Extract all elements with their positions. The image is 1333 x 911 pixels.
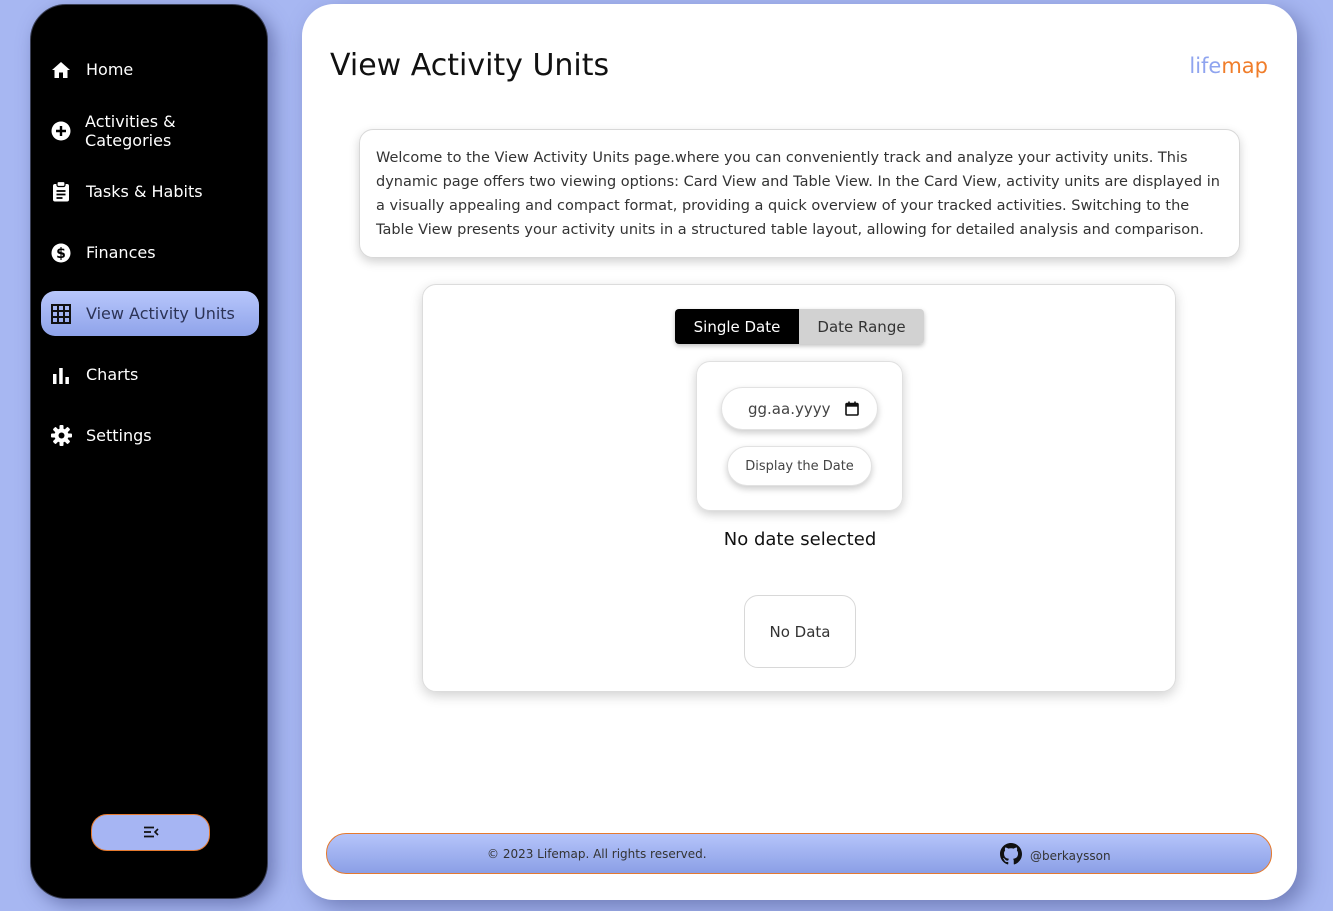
sidebar-item-charts[interactable]: Charts — [41, 352, 259, 397]
home-icon — [50, 59, 72, 81]
clipboard-icon — [50, 181, 72, 203]
page-title: View Activity Units — [330, 48, 610, 83]
empty-state-card: No Data — [744, 595, 856, 668]
date-status-text: No date selected — [723, 529, 877, 550]
grid-icon — [50, 303, 72, 325]
collapse-sidebar-button[interactable] — [91, 814, 210, 851]
sidebar-item-label: Home — [86, 60, 134, 79]
sidebar-item-label: Tasks & Habits — [86, 182, 203, 201]
copyright-text: © 2023 Lifemap. All rights reserved. — [487, 847, 707, 861]
sidebar-item-activities[interactable]: Activities & Categories — [41, 108, 259, 153]
github-handle: @berkaysson — [1030, 848, 1111, 863]
bar-chart-icon — [50, 364, 72, 386]
date-input[interactable]: gg.aa.yyyy — [721, 387, 878, 430]
sidebar-item-label: Finances — [86, 243, 156, 262]
date-mode-toggle: Single Date Date Range — [675, 309, 924, 344]
svg-text:$: $ — [56, 246, 66, 262]
sidebar-item-label: Settings — [86, 426, 152, 445]
sidebar: Home Activities & Categories Tasks & Hab… — [30, 4, 268, 899]
footer: © 2023 Lifemap. All rights reserved. @be… — [326, 833, 1272, 874]
gear-icon — [50, 425, 72, 447]
sidebar-item-finances[interactable]: $ Finances — [41, 230, 259, 275]
calendar-icon[interactable] — [845, 401, 859, 420]
plus-circle-icon — [50, 120, 71, 142]
date-picker-box: gg.aa.yyyy Display the Date — [696, 361, 903, 511]
intro-card: Welcome to the View Activity Units page.… — [359, 129, 1240, 258]
logo: lifemap — [1189, 54, 1268, 78]
display-date-button[interactable]: Display the Date — [727, 446, 872, 486]
main-content: View Activity Units lifemap Welcome to t… — [302, 4, 1297, 900]
collapse-menu-icon — [143, 823, 159, 842]
date-range-tab[interactable]: Date Range — [799, 309, 924, 344]
sidebar-item-label: Charts — [86, 365, 139, 384]
intro-text: Welcome to the View Activity Units page.… — [376, 150, 1220, 238]
github-link[interactable]: @berkaysson — [1000, 843, 1111, 868]
date-placeholder: gg.aa.yyyy — [748, 399, 831, 418]
sidebar-item-settings[interactable]: Settings — [41, 413, 259, 458]
sidebar-item-tasks[interactable]: Tasks & Habits — [41, 169, 259, 214]
sidebar-item-label: View Activity Units — [86, 304, 235, 323]
github-icon — [1000, 843, 1022, 868]
sidebar-item-home[interactable]: Home — [41, 47, 259, 92]
single-date-tab[interactable]: Single Date — [675, 309, 799, 344]
dollar-circle-icon: $ — [50, 242, 72, 264]
sidebar-item-label: Activities & Categories — [85, 111, 176, 150]
activity-units-panel: Single Date Date Range gg.aa.yyyy Displa… — [422, 284, 1176, 692]
sidebar-item-view-activity-units[interactable]: View Activity Units — [41, 291, 259, 336]
